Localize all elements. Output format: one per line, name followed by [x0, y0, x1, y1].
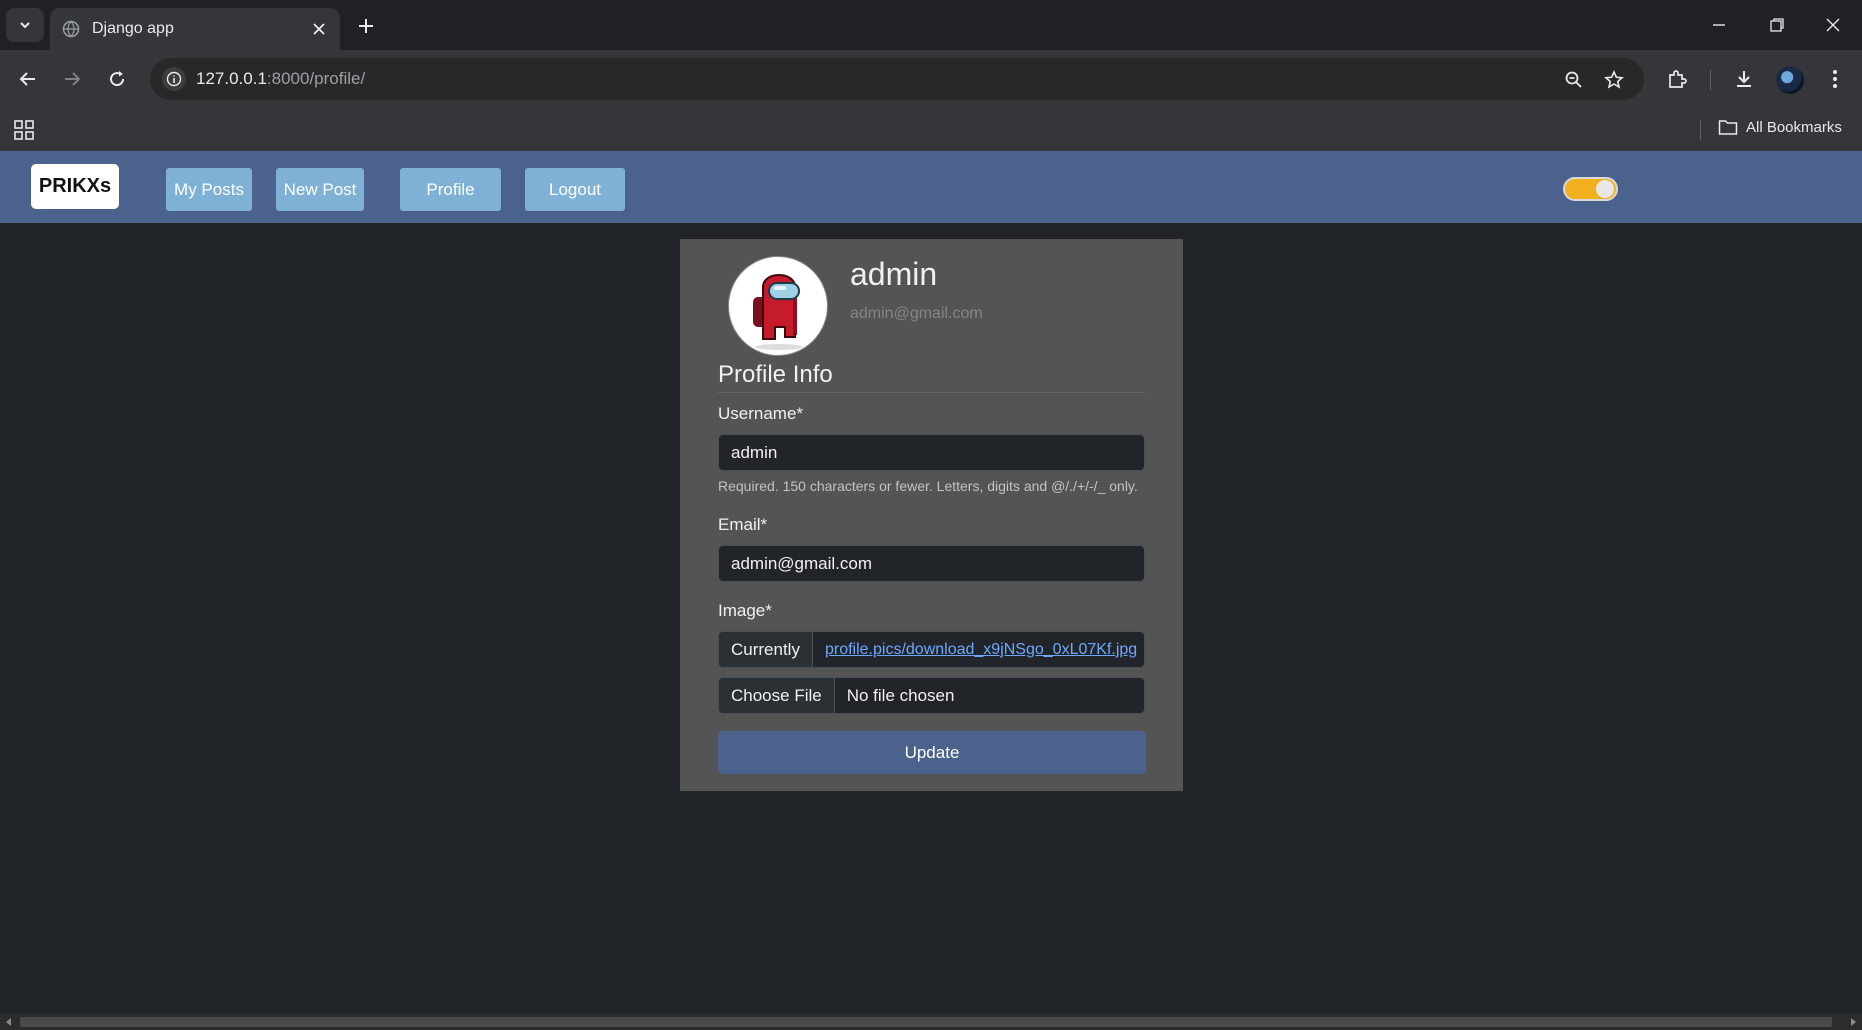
- scroll-left-icon[interactable]: [4, 1017, 14, 1027]
- bookmarks-bar: All Bookmarks: [0, 108, 1862, 151]
- nav-new-post[interactable]: New Post: [276, 168, 364, 211]
- all-bookmarks-button[interactable]: All Bookmarks: [1718, 118, 1842, 136]
- restore-icon: [1770, 18, 1784, 32]
- scroll-right-icon[interactable]: [1848, 1017, 1858, 1027]
- folder-icon: [1718, 120, 1738, 135]
- arrow-left-icon: [19, 72, 35, 86]
- profile-username: admin: [850, 256, 938, 292]
- update-button[interactable]: Update: [718, 731, 1146, 774]
- image-label: Image*: [718, 601, 772, 620]
- forward-button[interactable]: [57, 64, 87, 94]
- address-bar[interactable]: 127.0.0.1:8000/profile/: [150, 58, 1644, 100]
- toolbar-divider: [1710, 70, 1711, 90]
- theme-toggle[interactable]: [1563, 177, 1618, 201]
- downloads-button[interactable]: [1729, 64, 1759, 94]
- profile-avatar[interactable]: [1776, 66, 1804, 94]
- url-path: :8000/profile/: [266, 69, 366, 88]
- url-text[interactable]: 127.0.0.1:8000/profile/: [196, 69, 365, 89]
- url-host: 127.0.0.1: [196, 69, 267, 88]
- file-status-text: No file chosen: [846, 685, 955, 705]
- puzzle-icon: [1669, 70, 1687, 88]
- reload-icon: [110, 71, 125, 87]
- brand-logo[interactable]: PRIKXs: [31, 164, 119, 209]
- bookmarks-divider: [1700, 120, 1701, 140]
- extensions-button[interactable]: [1662, 64, 1692, 94]
- toggle-knob: [1596, 180, 1614, 198]
- restore-button[interactable]: [1764, 12, 1790, 38]
- username-input[interactable]: admin: [718, 434, 1145, 471]
- plus-icon: [359, 19, 373, 33]
- browser-toolbar: 127.0.0.1:8000/profile/: [0, 50, 1862, 108]
- horizontal-scrollbar[interactable]: [0, 1014, 1862, 1030]
- currently-label: Currently: [719, 632, 813, 667]
- username-label: Username*: [718, 404, 804, 423]
- profile-email: admin@gmail.com: [850, 305, 983, 322]
- profile-card: admin admin@gmail.com Profile Info Usern…: [680, 239, 1183, 791]
- close-window-button[interactable]: [1820, 12, 1846, 38]
- globe-icon: [62, 20, 80, 38]
- download-icon: [1737, 71, 1751, 87]
- site-navbar: PRIKXs My Posts New Post Profile Logout: [0, 151, 1862, 223]
- tab-search-button[interactable]: [6, 8, 44, 42]
- reload-button[interactable]: [102, 64, 132, 94]
- new-tab-button[interactable]: [352, 12, 380, 40]
- nav-logout[interactable]: Logout: [525, 168, 625, 211]
- scrollbar-thumb[interactable]: [20, 1017, 1832, 1027]
- nav-profile[interactable]: Profile: [400, 168, 501, 211]
- menu-button[interactable]: [1820, 64, 1850, 94]
- choose-file-button[interactable]: Choose File: [719, 678, 835, 713]
- image-file-input[interactable]: Choose File No file chosen: [718, 677, 1145, 714]
- current-image-link[interactable]: profile.pics/download_x9jNSgo_0xL07Kf.jp…: [813, 632, 1144, 667]
- nav-my-posts[interactable]: My Posts: [166, 168, 252, 211]
- section-divider: [718, 392, 1145, 393]
- minimize-icon: [1713, 24, 1725, 26]
- browser-tab-bar: Django app: [0, 0, 1862, 50]
- crewmate-avatar-icon: [753, 274, 803, 350]
- zoom-icon[interactable]: [1562, 68, 1586, 92]
- all-bookmarks-label: All Bookmarks: [1746, 118, 1842, 136]
- email-input[interactable]: admin@gmail.com: [718, 545, 1145, 582]
- tab-title: Django app: [92, 20, 174, 37]
- back-button[interactable]: [13, 64, 43, 94]
- username-help-text: Required. 150 characters or fewer. Lette…: [718, 478, 1138, 494]
- profile-picture: [728, 256, 828, 356]
- current-image-group: Currently profile.pics/download_x9jNSgo_…: [718, 631, 1145, 668]
- more-vert-icon: [1833, 70, 1837, 88]
- browser-tab[interactable]: Django app: [50, 8, 340, 50]
- email-label: Email*: [718, 515, 768, 534]
- minimize-button[interactable]: [1706, 12, 1732, 38]
- apps-grid-icon[interactable]: [12, 118, 36, 142]
- site-info-icon[interactable]: [162, 67, 186, 91]
- chevron-down-icon: [20, 22, 30, 29]
- section-title: Profile Info: [718, 361, 833, 388]
- bookmark-star-icon[interactable]: [1602, 68, 1626, 92]
- arrow-right-icon: [65, 72, 81, 86]
- close-icon[interactable]: [310, 20, 328, 38]
- close-icon: [1826, 18, 1840, 32]
